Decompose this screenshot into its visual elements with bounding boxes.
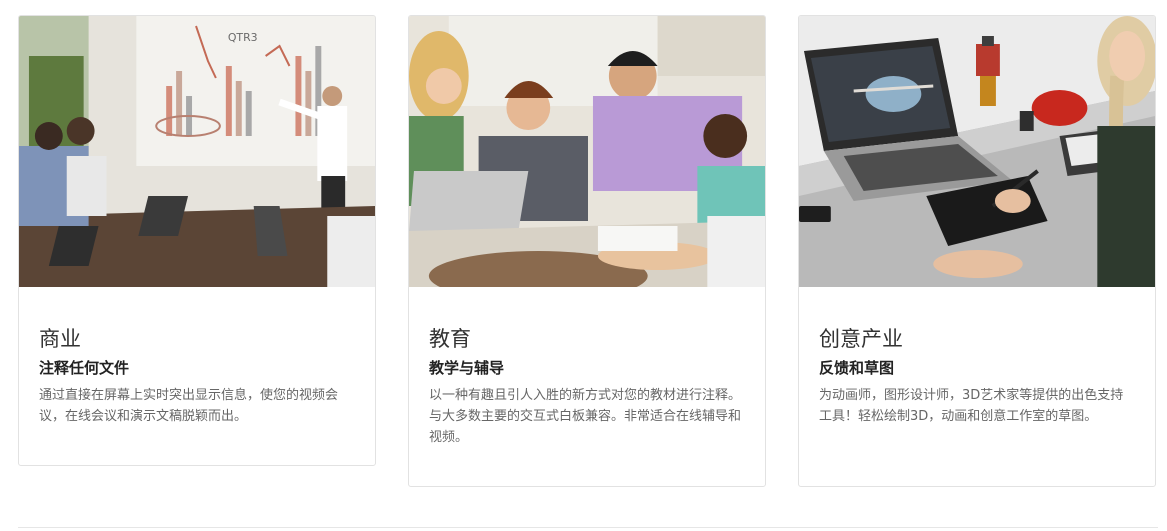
card-title: 商业 <box>39 327 81 351</box>
education-classroom-photo <box>409 16 765 287</box>
card-body: 创意产业 反馈和草图 为动画师，图形设计师，3D艺术家等提供的出色支持工具！轻松… <box>799 287 1155 427</box>
creative-studio-photo <box>799 16 1155 287</box>
card-business[interactable]: QTR3 商业 注释任何文件 通过直接在屏幕上实时突出显示信息，使您的视频会议，… <box>18 15 376 466</box>
card-subtitle: 反馈和草图 <box>819 359 895 377</box>
card-title: 创意产业 <box>819 327 903 351</box>
business-presentation-photo: QTR3 <box>19 16 375 287</box>
card-creative[interactable]: 创意产业 反馈和草图 为动画师，图形设计师，3D艺术家等提供的出色支持工具！轻松… <box>798 15 1156 487</box>
card-description: 为动画师，图形设计师，3D艺术家等提供的出色支持工具！轻松绘制3D，动画和创意工… <box>819 388 1124 424</box>
card-subtitle: 注释任何文件 <box>39 359 130 377</box>
card-description: 通过直接在屏幕上实时突出显示信息，使您的视频会议，在线会议和演示文稿脱颖而出。 <box>39 388 339 424</box>
card-description: 以一种有趣且引人入胜的新方式对您的教材进行注释。与大多数主要的交互式白板兼容。非… <box>429 388 742 445</box>
card-body: 商业 注释任何文件 通过直接在屏幕上实时突出显示信息，使您的视频会议，在线会议和… <box>19 287 375 427</box>
slide-text: QTR3 <box>228 31 258 44</box>
card-subtitle: 教学与辅导 <box>429 359 505 377</box>
card-title: 教育 <box>429 327 471 351</box>
card-education[interactable]: 教育 教学与辅导 以一种有趣且引人入胜的新方式对您的教材进行注释。与大多数主要的… <box>408 15 766 487</box>
feature-cards: QTR3 商业 注释任何文件 通过直接在屏幕上实时突出显示信息，使您的视频会议，… <box>0 0 1167 531</box>
card-body: 教育 教学与辅导 以一种有趣且引人入胜的新方式对您的教材进行注释。与大多数主要的… <box>409 287 765 448</box>
bottom-divider <box>18 527 1158 528</box>
